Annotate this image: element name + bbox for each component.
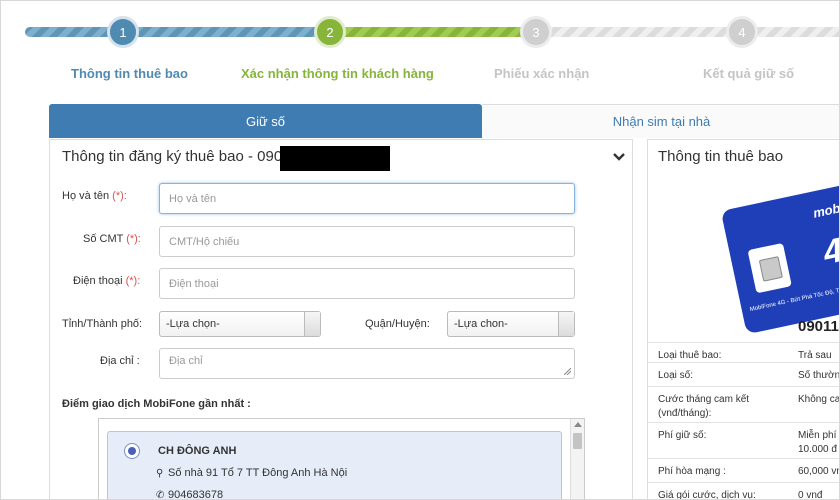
address-placeholder: Địa chỉ [169, 355, 203, 367]
phone-label: Điện thoại (*): [73, 275, 141, 287]
info-key: Phí giữ số: [658, 430, 707, 441]
sim-card-image: mobifone 4G MobiFone 4G - Bứt Phá Tốc Độ… [720, 175, 840, 335]
store-card-selected[interactable]: CH ĐÔNG ANH ⚲ Số nhà 91 Tổ 7 TT Đông Anh … [107, 431, 562, 500]
registration-panel: Thông tin đăng ký thuê bao - 090 Họ và t… [49, 139, 633, 500]
address-textarea[interactable]: Địa chỉ [159, 348, 575, 379]
info-value: Trả sau [798, 350, 832, 361]
store-radio-selected[interactable] [124, 443, 140, 459]
district-label: Quận/Huyện: [365, 318, 430, 330]
scroll-up-arrow-icon[interactable] [574, 422, 582, 427]
store-list-scrollbar[interactable] [570, 419, 584, 499]
chevron-down-icon[interactable] [612, 150, 626, 164]
store-name: CH ĐÔNG ANH [158, 445, 237, 457]
store-address: ⚲ Số nhà 91 Tổ 7 TT Đông Anh Hà Nội [156, 467, 348, 479]
step-1-label: Thông tin thuê bao [71, 66, 188, 81]
subscriber-info-table: Loại thuê bao: Trả sau Loại số: Số thườn… [648, 342, 840, 500]
info-value: Miễn phí 10.000 đ [798, 430, 837, 455]
registration-title: Thông tin đăng ký thuê bao - 090 [62, 148, 283, 165]
name-label: Họ và tên (*): [62, 190, 127, 202]
district-select-value: -Lựa chon- [454, 318, 508, 330]
step-2-circle: 2 [314, 16, 346, 48]
address-label: Địa chỉ : [100, 355, 140, 367]
info-row: Phí hòa mạng : 60,000 vn [648, 458, 840, 482]
subscriber-info-title: Thông tin thuê bao [658, 148, 784, 165]
info-key: Phí hòa mạng : [658, 466, 726, 477]
province-select-button[interactable] [304, 312, 320, 336]
phone-icon: ✆ [156, 490, 165, 500]
info-value: 60,000 vn [798, 466, 840, 477]
step-3-label: Phiếu xác nhận [494, 66, 590, 81]
info-value: 0 vnđ [798, 490, 823, 500]
info-row: Loại thuê bao: Trả sau [648, 342, 839, 362]
info-key: Loại số: [658, 370, 694, 381]
map-marker-icon: ⚲ [156, 468, 164, 479]
progress-bar-current [321, 27, 541, 37]
mobifone-logo: mobifone [811, 193, 840, 221]
info-row: Phí giữ số: Miễn phí 10.000 đ [648, 422, 839, 458]
info-key: Cước tháng cam kết (vnđ/tháng): [658, 394, 750, 419]
info-key: Giá gói cước, dịch vụ: [658, 490, 756, 500]
name-input[interactable]: Họ và tên [159, 183, 575, 214]
step-2-label: Xác nhận thông tin khách hàng [241, 66, 434, 81]
resize-grip-icon[interactable] [564, 368, 571, 375]
store-list: CH ĐÔNG ANH ⚲ Số nhà 91 Tổ 7 TT Đông Anh … [98, 418, 585, 500]
district-select[interactable]: -Lựa chon- [447, 311, 575, 337]
info-value: Số thườn [798, 370, 840, 381]
province-select[interactable]: -Lựa chọn- [159, 311, 321, 337]
id-label: Số CMT (*): [83, 233, 141, 245]
progress-bar-done [25, 27, 325, 37]
page-frame: 1 2 3 4 Thông tin thuê bao Xác nhận thôn… [0, 0, 840, 500]
step-4-label: Kết quả giữ số [703, 66, 795, 81]
tab-home-delivery[interactable]: Nhận sim tại nhà [482, 104, 839, 138]
step-4-circle: 4 [726, 16, 758, 48]
sim-4g-text: 4G [819, 225, 840, 273]
subscriber-info-panel: Thông tin thuê bao mobifone 4G MobiFone … [647, 139, 840, 500]
phone-input[interactable]: Điện thoại [159, 268, 575, 299]
subscriber-number: 09011 [798, 318, 839, 335]
sim-chip-icon [747, 242, 792, 294]
progress-bar-pending [537, 27, 839, 37]
step-1-circle: 1 [107, 16, 139, 48]
info-row: Giá gói cước, dịch vụ: 0 vnđ [648, 482, 839, 500]
step-3-circle: 3 [520, 16, 552, 48]
info-row: Cước tháng cam kết (vnđ/tháng): Không ca [648, 386, 840, 422]
id-number-input[interactable]: CMT/Hộ chiếu [159, 226, 575, 257]
info-row: Loại số: Số thườn [648, 362, 840, 386]
scroll-thumb[interactable] [573, 433, 582, 449]
info-key: Loại thuê bao: [658, 350, 722, 361]
info-value: Không ca [798, 394, 840, 405]
nearest-store-title: Điểm giao dịch MobiFone gần nhất : [62, 398, 251, 410]
tab-hold-number[interactable]: Giữ số [49, 104, 482, 138]
province-select-value: -Lựa chọn- [166, 318, 220, 330]
redacted-number [280, 146, 390, 171]
district-select-button[interactable] [558, 312, 574, 336]
province-label: Tỉnh/Thành phố: [62, 318, 143, 330]
store-phone: ✆ 904683678 [156, 489, 224, 500]
